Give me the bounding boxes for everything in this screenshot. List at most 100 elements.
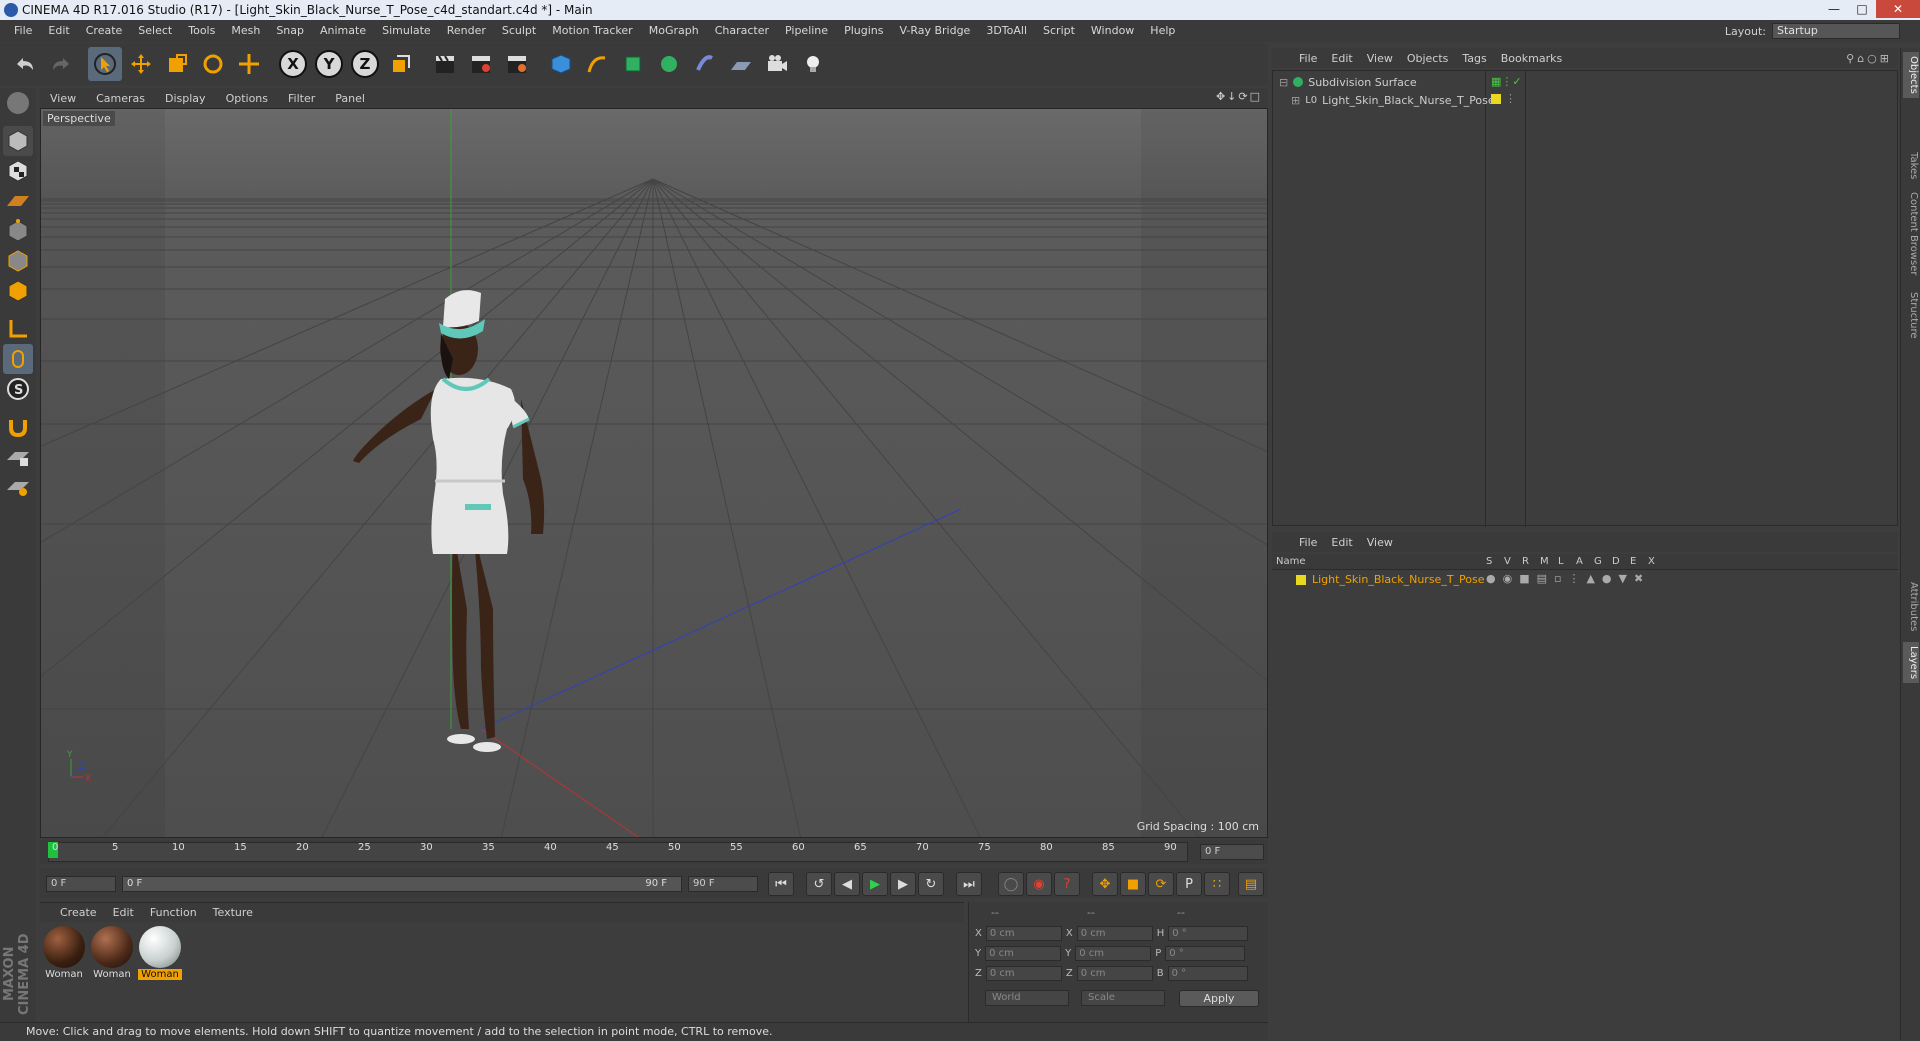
pen-spline-button[interactable] xyxy=(580,47,614,81)
rotation-p-field[interactable]: 0 ° xyxy=(1165,946,1246,961)
polygons-mode-button[interactable] xyxy=(3,276,33,306)
coordinate-system-button[interactable] xyxy=(384,47,418,81)
menu-plugins[interactable]: Plugins xyxy=(836,20,891,42)
position-y-field[interactable]: 0 cm xyxy=(985,946,1062,961)
om-menu-tags[interactable]: Tags xyxy=(1455,52,1493,65)
point-level-key-button[interactable]: ∷ xyxy=(1204,872,1230,896)
viewport-menu-filter[interactable]: Filter xyxy=(278,92,325,105)
side-tab-structure[interactable]: Structure xyxy=(1903,288,1919,343)
move-tool-button[interactable] xyxy=(124,47,158,81)
size-mode-dropdown[interactable]: Scale xyxy=(1081,990,1165,1006)
menu-script[interactable]: Script xyxy=(1035,20,1083,42)
record-keys-button[interactable]: ◯ xyxy=(998,872,1024,896)
viewport-menu-view[interactable]: View xyxy=(40,92,86,105)
menu-render[interactable]: Render xyxy=(439,20,494,42)
size-z-field[interactable]: 0 cm xyxy=(1076,966,1153,981)
render-picture-viewer-button[interactable] xyxy=(464,47,498,81)
menu-mesh[interactable]: Mesh xyxy=(223,20,268,42)
side-tab-attributes[interactable]: Attributes xyxy=(1903,578,1919,635)
om-search-icon[interactable]: ⚲⌂○⊞ xyxy=(1846,52,1892,65)
autokey-button[interactable]: ◉ xyxy=(1026,872,1052,896)
rotation-b-field[interactable]: 0 ° xyxy=(1167,966,1248,981)
texture-mode-button[interactable] xyxy=(3,156,33,186)
viewport-camera-label[interactable]: Perspective xyxy=(43,111,115,126)
viewport-menu-options[interactable]: Options xyxy=(216,92,278,105)
subdivision-button[interactable] xyxy=(616,47,650,81)
viewport-navigation-icon[interactable]: ✥↓⟳□ xyxy=(1216,90,1262,103)
menu-simulate[interactable]: Simulate xyxy=(374,20,439,42)
cube-object-button[interactable] xyxy=(544,47,578,81)
undo-button[interactable] xyxy=(8,47,42,81)
camera-button[interactable] xyxy=(760,47,794,81)
deformer-button[interactable] xyxy=(688,47,722,81)
scale-key-button[interactable]: ■ xyxy=(1120,872,1146,896)
apply-button[interactable]: Apply xyxy=(1179,990,1259,1007)
subdivision-visibility-check-icon[interactable]: ▦⋮✓ xyxy=(1491,75,1522,88)
menu-select[interactable]: Select xyxy=(130,20,180,42)
material-menu-edit[interactable]: Edit xyxy=(105,906,142,919)
workplane-snap-button[interactable] xyxy=(3,472,33,502)
material-item[interactable]: Woman xyxy=(90,926,134,980)
om-menu-edit[interactable]: Edit xyxy=(1324,52,1359,65)
menu-window[interactable]: Window xyxy=(1083,20,1142,42)
frame-range-slider[interactable]: 0 F 90 F xyxy=(122,876,682,892)
om-menu-file[interactable]: File xyxy=(1292,52,1324,65)
menu-edit[interactable]: Edit xyxy=(40,20,77,42)
material-menu-create[interactable]: Create xyxy=(40,906,105,919)
position-z-field[interactable]: 0 cm xyxy=(985,966,1062,981)
layer-color-icon[interactable] xyxy=(1296,575,1306,585)
keyframe-selection-button[interactable]: ? xyxy=(1054,872,1080,896)
size-y-field[interactable]: 0 cm xyxy=(1075,946,1152,961)
maximize-icon[interactable]: □ xyxy=(1848,0,1876,18)
workplane-button[interactable] xyxy=(3,186,33,216)
timeline-ruler[interactable]: 0 5 10 15 20 25 30 35 40 45 50 55 60 65 … xyxy=(40,840,1268,864)
menu-motion-tracker[interactable]: Motion Tracker xyxy=(544,20,640,42)
position-key-button[interactable]: ✥ xyxy=(1092,872,1118,896)
viewport-3d[interactable]: Y X Z Perspective Grid Spacing : 100 cm xyxy=(40,108,1268,838)
menu-animate[interactable]: Animate xyxy=(312,20,374,42)
position-x-field[interactable]: 0 cm xyxy=(985,926,1062,941)
side-tab-takes[interactable]: Takes xyxy=(1903,148,1919,183)
lm-menu-edit[interactable]: Edit xyxy=(1324,536,1359,549)
om-menu-view[interactable]: View xyxy=(1360,52,1400,65)
material-item-selected[interactable]: Woman xyxy=(138,926,182,980)
x-axis-lock-button[interactable]: X xyxy=(276,47,310,81)
points-mode-button[interactable] xyxy=(3,216,33,246)
redo-button[interactable] xyxy=(44,47,78,81)
z-axis-lock-button[interactable]: Z xyxy=(348,47,382,81)
lock-workplane-button[interactable] xyxy=(3,442,33,472)
menu-sculpt[interactable]: Sculpt xyxy=(494,20,544,42)
make-editable-button[interactable] xyxy=(3,88,33,118)
previous-frame-button[interactable]: ◀ xyxy=(834,872,860,896)
viewport-menu-cameras[interactable]: Cameras xyxy=(86,92,155,105)
side-tab-content-browser[interactable]: Content Browser xyxy=(1903,188,1919,279)
material-item[interactable]: Woman xyxy=(42,926,86,980)
transform-tool-button[interactable] xyxy=(232,47,266,81)
coordinate-mode-dropdown[interactable]: World xyxy=(985,990,1069,1006)
menu-help[interactable]: Help xyxy=(1142,20,1183,42)
snap-button[interactable]: S xyxy=(3,374,33,404)
render-view-button[interactable] xyxy=(428,47,462,81)
minimize-icon[interactable]: — xyxy=(1820,0,1848,18)
collapse-icon[interactable]: ⊟ xyxy=(1279,76,1288,89)
parameter-key-button[interactable]: P xyxy=(1176,872,1202,896)
viewport-menu-display[interactable]: Display xyxy=(155,92,216,105)
timeline-window-button[interactable]: ▤ xyxy=(1238,872,1264,896)
edges-mode-button[interactable] xyxy=(3,246,33,276)
layer-flags-icons[interactable]: ●◉■▤▫⋮▲●▼✖ xyxy=(1486,572,1650,585)
model-mode-button[interactable] xyxy=(3,126,33,156)
tweak-mode-button[interactable] xyxy=(3,344,33,374)
layer-color-swatch[interactable] xyxy=(1491,94,1501,104)
go-to-start-button[interactable]: ⏮ xyxy=(768,872,794,896)
axis-mode-button[interactable] xyxy=(3,314,33,344)
layer-row[interactable]: Light_Skin_Black_Nurse_T_Pose ●◉■▤▫⋮▲●▼✖ xyxy=(1272,572,1898,588)
menu-character[interactable]: Character xyxy=(707,20,777,42)
side-tab-layers[interactable]: Layers xyxy=(1903,642,1919,684)
menu-3dtoall[interactable]: 3DToAll xyxy=(978,20,1035,42)
start-frame-field[interactable]: 0 F xyxy=(46,876,116,892)
menu-file[interactable]: File xyxy=(6,20,40,42)
next-frame-button[interactable]: ▶ xyxy=(890,872,916,896)
floor-button[interactable] xyxy=(724,47,758,81)
play-button[interactable]: ▶ xyxy=(862,872,888,896)
menu-pipeline[interactable]: Pipeline xyxy=(777,20,836,42)
